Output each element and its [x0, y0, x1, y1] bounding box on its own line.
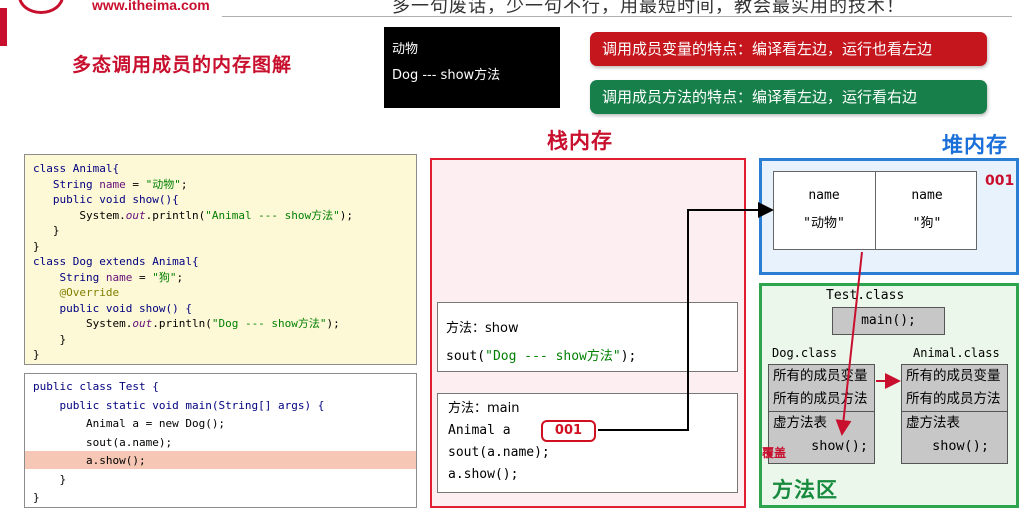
pointer-arrows — [598, 202, 901, 436]
reference-arrow — [598, 202, 774, 431]
class-pointer-arrow — [835, 251, 863, 436]
